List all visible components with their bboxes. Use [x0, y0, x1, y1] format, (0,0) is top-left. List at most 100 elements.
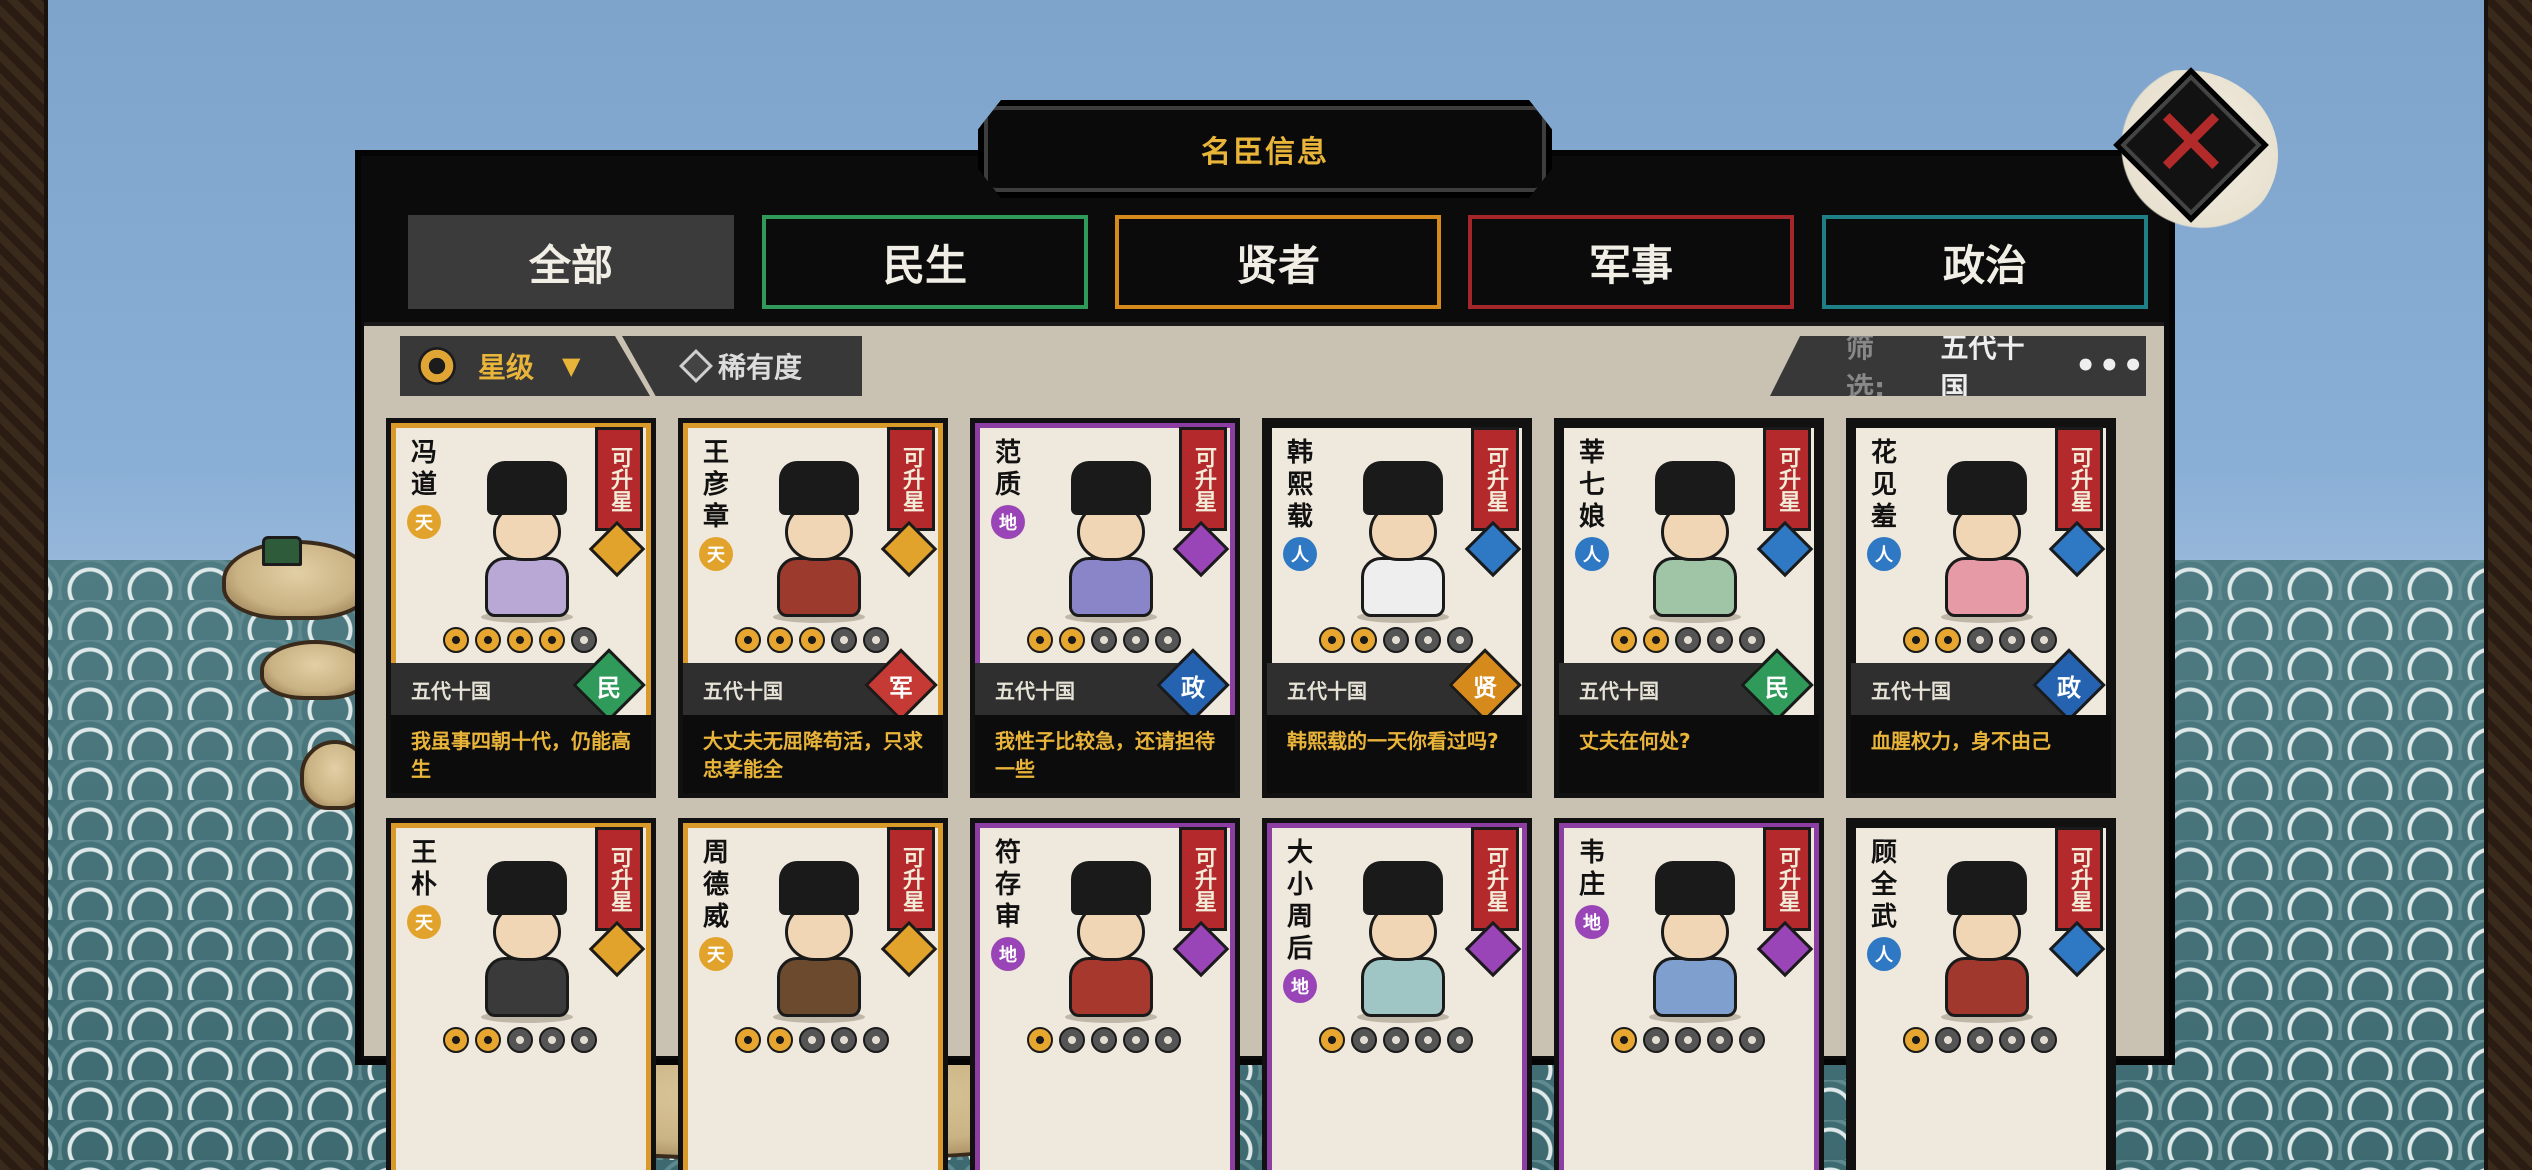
minister-name: 周德威 — [702, 838, 729, 932]
star-filled-icon — [1027, 1027, 1053, 1053]
minister-card[interactable]: 花见羞人 可升星 五代十国 政血腥权力，身不由己 — [1846, 418, 2116, 798]
star-empty-icon — [507, 1027, 533, 1053]
portrait-hat — [487, 461, 567, 515]
rank-badge: 天 — [407, 905, 441, 939]
minister-portrait — [1041, 461, 1181, 623]
type-badge-label: 政 — [2057, 673, 2081, 702]
minister-card[interactable]: 王朴天 可升星 — [386, 818, 656, 1170]
upgrade-star-tag: 可升星 — [595, 827, 643, 931]
minister-portrait — [1333, 461, 1473, 623]
dynasty-label: 五代十国 — [1871, 679, 1951, 703]
minister-quote: 血腥权力，身不由己 — [1871, 729, 2051, 753]
star-empty-icon — [1707, 627, 1733, 653]
portrait-hat — [1655, 861, 1735, 915]
star-empty-icon — [1415, 1027, 1441, 1053]
minister-card[interactable]: 韩熙载人 可升星 五代十国 贤韩熙载的一天你看过吗? — [1262, 418, 1532, 798]
star-filled-icon — [1643, 627, 1669, 653]
portrait-body — [485, 557, 569, 617]
tab-politics[interactable]: 政治 — [1822, 215, 2148, 309]
upgrade-star-tag: 可升星 — [2055, 827, 2103, 931]
rank-badge: 人 — [1867, 537, 1901, 571]
upgrade-star-tag: 可升星 — [887, 427, 935, 531]
star-empty-icon — [2031, 627, 2057, 653]
minister-card[interactable]: 顾全武人 可升星 — [1846, 818, 2116, 1170]
star-filled-icon — [443, 1027, 469, 1053]
star-filled-icon — [767, 1027, 793, 1053]
minister-name: 韩熙载 — [1286, 438, 1313, 532]
star-sort-label: 星级 — [478, 351, 535, 384]
star-filled-icon — [475, 1027, 501, 1053]
tab-all[interactable]: 全部 — [408, 215, 734, 309]
star-filled-icon — [1611, 1027, 1637, 1053]
rank-badge: 地 — [991, 505, 1025, 539]
portrait-hat — [779, 861, 859, 915]
portrait-hat — [1071, 861, 1151, 915]
minister-name: 大小周后 — [1286, 838, 1313, 964]
tab-sage[interactable]: 贤者 — [1115, 215, 1441, 309]
star-filled-icon — [1611, 627, 1637, 653]
filter-value: 五代十国 — [1940, 331, 2025, 404]
minister-name: 韦庄 — [1578, 838, 1605, 900]
diamond-icon — [679, 349, 713, 383]
dynasty-filter[interactable]: 筛选: 五代十国 ••• — [1770, 336, 2146, 396]
portrait-hat — [1947, 461, 2027, 515]
dynasty-label: 五代十国 — [995, 679, 1075, 703]
portrait-body — [1361, 557, 1445, 617]
minister-name: 花见羞 — [1870, 438, 1897, 532]
star-filled-icon — [735, 627, 761, 653]
type-badge-label: 民 — [1765, 673, 1789, 702]
star-filled-icon — [539, 627, 565, 653]
star-sort-dropdown[interactable]: 星级 ▼ — [400, 336, 650, 396]
minister-portrait — [1917, 861, 2057, 1023]
upgrade-star-tag: 可升星 — [1471, 827, 1519, 931]
star-empty-icon — [1415, 627, 1441, 653]
star-empty-icon — [1967, 627, 1993, 653]
star-rating — [1903, 627, 2057, 653]
minister-card[interactable]: 范质地 可升星 五代十国 政我性子比较急，还请担待一些 — [970, 418, 1240, 798]
minister-card[interactable]: 王彦章天 可升星 五代十国 军大丈夫无屈降苟活，只求忠孝能全 — [678, 418, 948, 798]
star-filled-icon — [1351, 627, 1377, 653]
star-empty-icon — [571, 627, 597, 653]
rarity-sort-button[interactable]: 稀有度 — [622, 336, 862, 396]
dynasty-label: 五代十国 — [1579, 679, 1659, 703]
minister-card[interactable]: 冯道天 可升星 五代十国 民我虽事四朝十代，仍能高生 — [386, 418, 656, 798]
star-empty-icon — [831, 627, 857, 653]
portrait-body — [1361, 957, 1445, 1017]
more-options-icon[interactable]: ••• — [2075, 346, 2146, 386]
minister-card[interactable]: 莘七娘人 可升星 五代十国 民丈夫在何处? — [1554, 418, 1824, 798]
star-filled-icon — [1319, 1027, 1345, 1053]
minister-portrait — [457, 861, 597, 1023]
star-filled-icon — [507, 627, 533, 653]
minister-name: 冯道 — [410, 438, 437, 500]
minister-portrait — [749, 461, 889, 623]
minister-card[interactable]: 韦庄地 可升星 — [1554, 818, 1824, 1170]
portrait-hat — [1071, 461, 1151, 515]
type-badge-label: 民 — [597, 673, 621, 702]
island-hut — [262, 536, 302, 566]
tab-military[interactable]: 军事 — [1468, 215, 1794, 309]
minister-name: 王朴 — [410, 838, 437, 900]
minister-portrait — [1333, 861, 1473, 1023]
portrait-hat — [487, 861, 567, 915]
tab-livelihood[interactable]: 民生 — [762, 215, 1088, 309]
minister-name: 范质 — [994, 438, 1021, 500]
minister-name: 王彦章 — [702, 438, 729, 532]
portrait-body — [1069, 957, 1153, 1017]
star-filled-icon — [475, 627, 501, 653]
star-empty-icon — [1739, 627, 1765, 653]
star-rating — [735, 1027, 889, 1053]
rank-badge: 地 — [1575, 905, 1609, 939]
star-empty-icon — [799, 1027, 825, 1053]
rank-badge: 天 — [699, 537, 733, 571]
portrait-body — [1069, 557, 1153, 617]
left-border — [0, 0, 48, 1170]
star-empty-icon — [1155, 1027, 1181, 1053]
minister-card[interactable]: 符存审地 可升星 — [970, 818, 1240, 1170]
upgrade-star-tag: 可升星 — [887, 827, 935, 931]
star-rating — [1319, 1027, 1473, 1053]
minister-card[interactable]: 周德威天 可升星 — [678, 818, 948, 1170]
close-icon[interactable]: ✕ — [2136, 87, 2246, 199]
minister-card[interactable]: 大小周后地 可升星 — [1262, 818, 1532, 1170]
portrait-hat — [779, 461, 859, 515]
star-flower-icon — [418, 347, 456, 385]
